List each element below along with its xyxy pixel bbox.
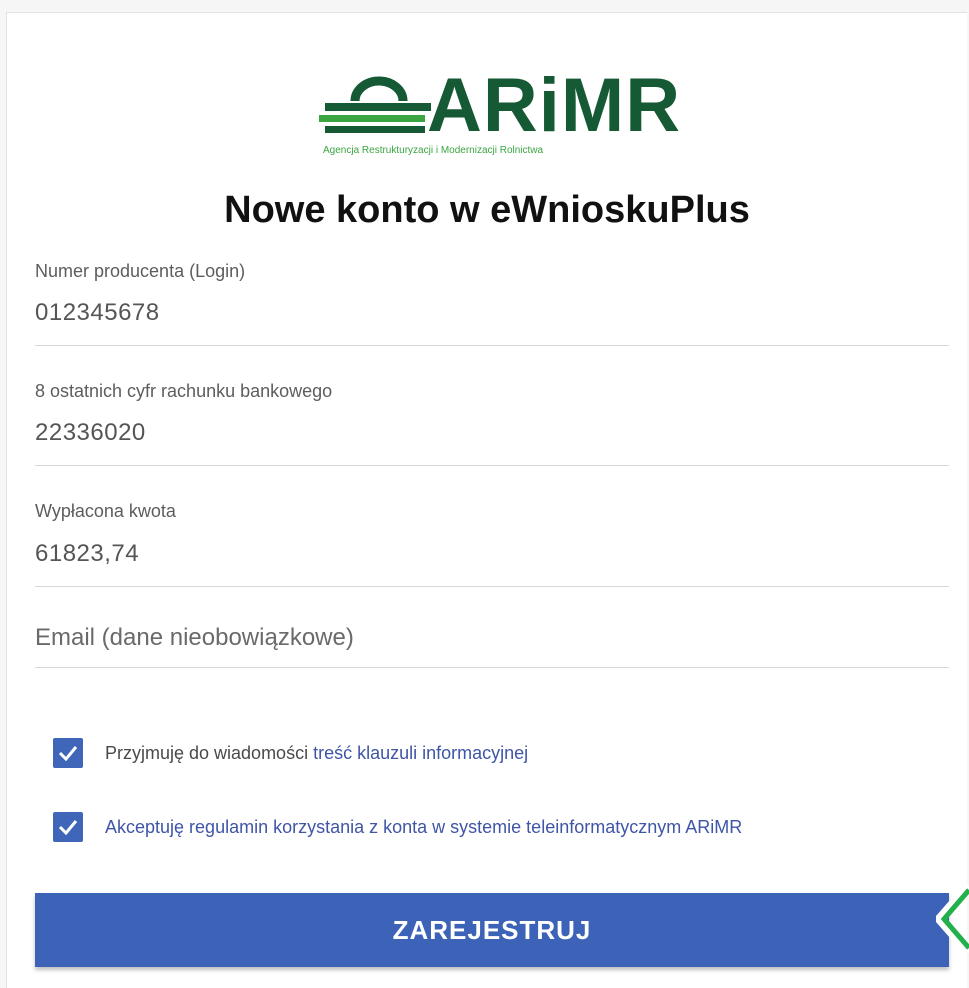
page-title: Nowe konto w eWnioskuPlus <box>224 189 750 231</box>
terms-checkbox-row[interactable]: Akceptuję regulamin korzystania z konta … <box>53 811 742 843</box>
info-clause-checkbox-row[interactable]: Przyjmuję do wiadomości treść klauzuli i… <box>53 737 528 769</box>
producer-number-value[interactable]: 012345678 <box>35 299 160 327</box>
register-button[interactable]: ZAREJESTRUJ <box>35 893 949 967</box>
producer-number-label: Numer producenta (Login) <box>35 261 246 281</box>
email-field[interactable] <box>35 609 949 668</box>
paid-amount-field[interactable]: Wypłacona kwota 61823,74 <box>35 493 949 587</box>
terms-checkbox[interactable] <box>53 812 83 842</box>
checkmark-icon <box>58 746 78 761</box>
info-clause-label: Przyjmuję do wiadomości <box>105 742 314 763</box>
arimr-logo: ARiMR Agencja Restrukturyzacji i Moderni… <box>319 61 689 171</box>
bank-account-digits-field[interactable]: 8 ostatnich cyfr rachunku bankowego 2233… <box>35 373 949 466</box>
registration-card: ARiMR Agencja Restrukturyzacji i Moderni… <box>6 12 967 988</box>
bank-account-digits-label: 8 ostatnich cyfr rachunku bankowego <box>35 381 333 401</box>
paid-amount-label: Wypłacona kwota <box>35 501 176 521</box>
logo-subtitle: Agencja Restrukturyzacji i Modernizacji … <box>323 145 544 156</box>
info-clause-text: Przyjmuję do wiadomości treść klauzuli i… <box>105 743 528 764</box>
checkmark-icon <box>58 820 78 835</box>
bank-account-digits-value[interactable]: 22336020 <box>35 419 146 447</box>
logo-wordmark: ARiMR <box>427 63 682 148</box>
producer-number-field[interactable]: Numer producenta (Login) 012345678 <box>35 253 949 346</box>
info-clause-checkbox[interactable] <box>53 738 83 768</box>
email-input[interactable] <box>35 609 949 667</box>
logo-emblem-icon <box>319 76 431 133</box>
terms-text[interactable]: Akceptuję regulamin korzystania z konta … <box>105 817 742 838</box>
info-clause-link[interactable]: treść klauzuli informacyjnej <box>313 743 528 763</box>
paid-amount-value[interactable]: 61823,74 <box>35 540 139 568</box>
arrow-pointer-icon <box>936 884 969 954</box>
